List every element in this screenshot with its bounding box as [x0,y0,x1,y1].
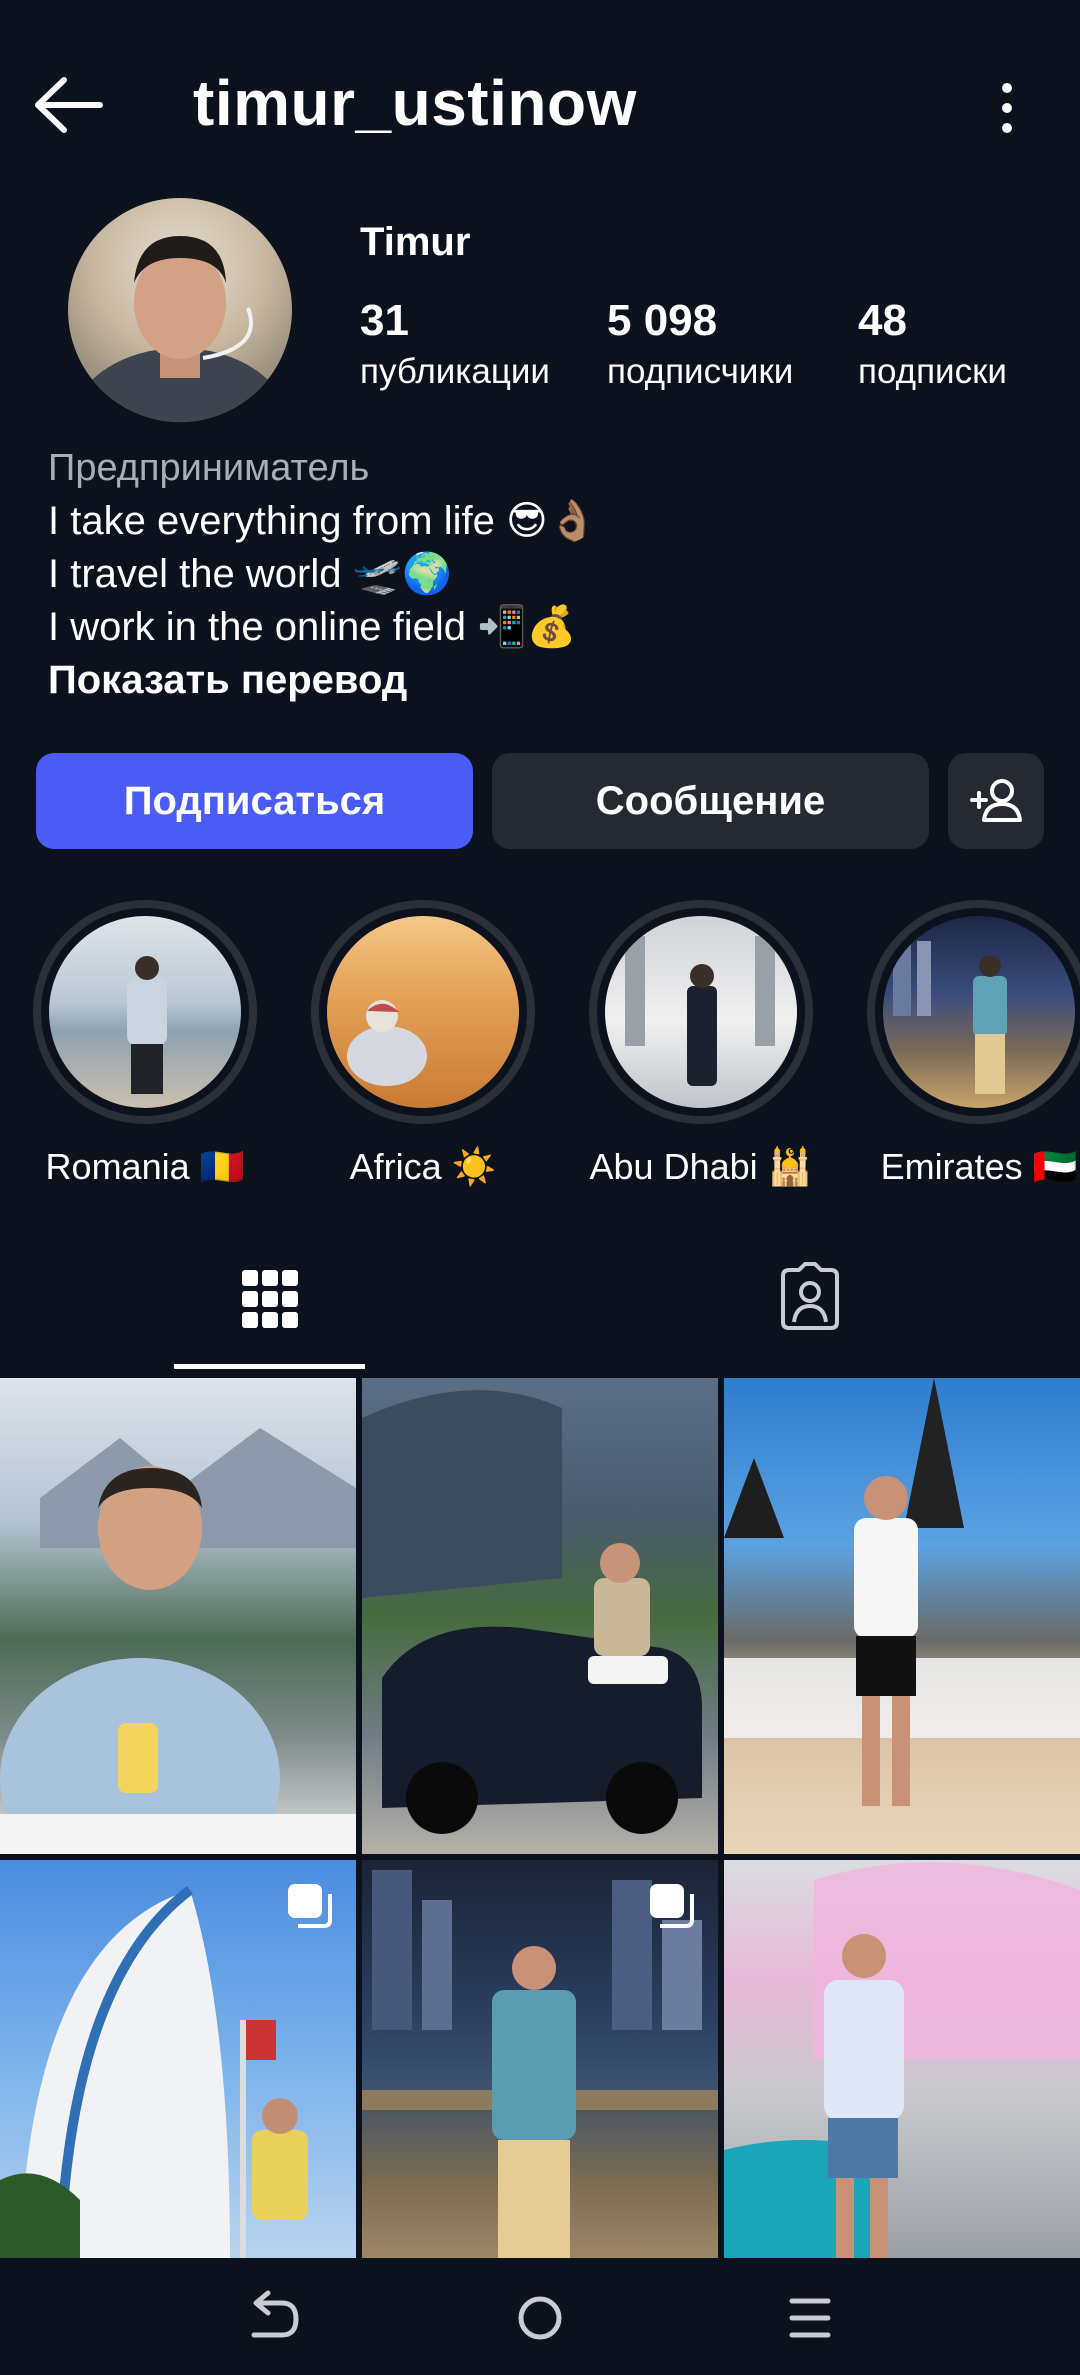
stat-label: подписки [858,352,1007,391]
highlight-ring [589,900,813,1124]
post-thumbnail[interactable] [0,1378,356,1854]
profile-bio: Предприниматель I take everything from l… [48,442,1048,707]
highlight-label: Emirates 🇦🇪 [880,1146,1078,1187]
profile-username: timur_ustinow [193,67,637,139]
system-navigation-bar [0,2258,1080,2375]
highlight-abu-dhabi[interactable]: Abu Dhabi 🕌 [586,900,816,1188]
system-back-icon[interactable] [232,2283,312,2353]
profile-display-name: Timur [360,220,471,264]
add-user-icon [970,779,1022,822]
post-thumbnail[interactable] [362,1378,718,1854]
post-thumbnail[interactable] [0,1860,356,2258]
bio-line: I travel the world 🛫🌍 [48,552,453,596]
highlight-cover [605,916,797,1108]
system-recents-icon[interactable] [770,2283,850,2353]
system-home-icon[interactable] [500,2283,580,2353]
highlight-africa[interactable]: Africa ☀️ [308,900,538,1188]
profile-header: timur_ustinow [0,0,1080,210]
highlight-ring [867,900,1080,1124]
show-translation-link[interactable]: Показать перевод [48,654,1048,707]
highlight-cover [327,916,519,1108]
suggested-users-button[interactable] [948,753,1044,849]
tab-posts-grid[interactable] [0,1240,540,1370]
stat-posts[interactable]: 31 публикации [360,296,550,392]
highlight-ring [311,900,535,1124]
bio-category: Предприниматель [48,447,370,489]
carousel-icon [288,1884,332,1928]
highlight-ring [33,900,257,1124]
highlight-label: Africa ☀️ [349,1146,497,1187]
highlight-cover [883,916,1075,1108]
content-tabs [0,1240,1080,1370]
bio-line: I work in the online field 📲💰 [48,605,577,649]
stat-value: 48 [858,296,907,345]
message-button[interactable]: Сообщение [492,753,929,849]
post-thumbnail[interactable] [724,1860,1080,2258]
post-thumbnail[interactable] [724,1378,1080,1854]
back-arrow-icon[interactable] [30,70,110,140]
avatar-photo [70,236,290,422]
bio-line: I take everything from life 😎👌🏽 [48,499,598,543]
follow-button[interactable]: Подписаться [36,753,473,849]
stat-followers[interactable]: 5 098 подписчики [607,296,793,392]
stat-label: подписчики [607,352,794,391]
highlight-cover [49,916,241,1108]
stat-value: 31 [360,296,409,345]
stat-value: 5 098 [607,296,718,345]
highlight-emirates[interactable]: Emirates 🇦🇪 [864,900,1080,1188]
active-tab-indicator [174,1364,365,1369]
stat-label: публикации [360,352,550,391]
stat-following[interactable]: 48 подписки [858,296,1007,392]
profile-avatar[interactable] [68,198,292,422]
highlight-romania[interactable]: Romania 🇷🇴 [30,900,260,1188]
grid-icon [242,1270,298,1328]
tab-tagged[interactable] [540,1240,1080,1370]
more-options-icon[interactable] [985,78,1035,138]
carousel-icon [650,1884,694,1928]
post-thumbnail[interactable] [362,1860,718,2258]
tagged-user-icon [781,1262,839,1330]
highlight-label: Abu Dhabi 🕌 [589,1146,813,1187]
highlight-label: Romania 🇷🇴 [45,1146,245,1187]
